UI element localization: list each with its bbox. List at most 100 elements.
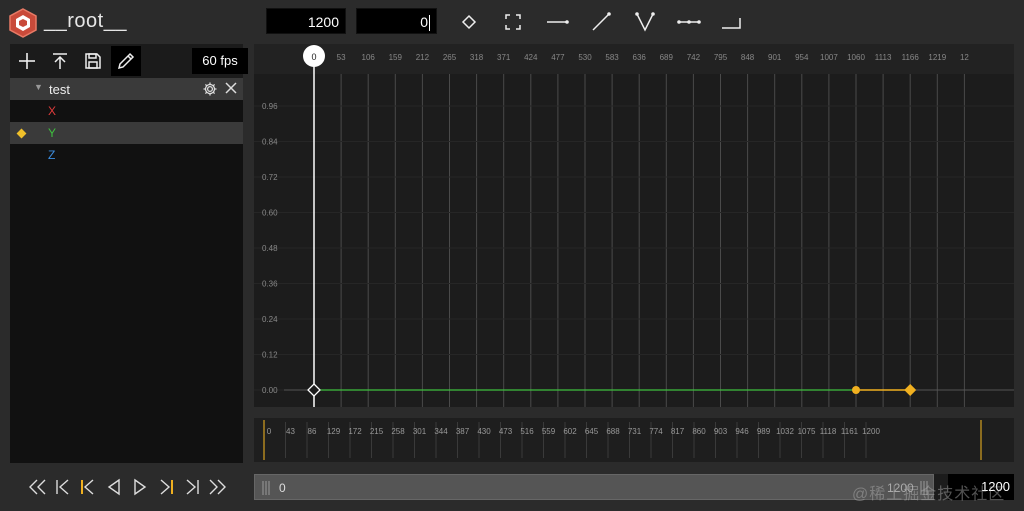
overview-tick-label: 817: [671, 427, 685, 436]
frame-tick-label: 212: [416, 53, 430, 62]
prev-keyframe-button[interactable]: [76, 474, 100, 500]
export-icon: [53, 53, 67, 69]
frame-tick-label: 636: [633, 53, 647, 62]
frame-tick-label: 1166: [902, 53, 920, 62]
break-tangent-button[interactable]: [633, 10, 657, 34]
first-frame-icon: [56, 479, 69, 495]
overview-tick-label: 1032: [776, 427, 794, 436]
overview-tick-label: 172: [348, 427, 362, 436]
last-frame-icon: [186, 479, 199, 495]
value-tick-label: 0.00: [262, 386, 278, 395]
overview-tick-label: 903: [714, 427, 728, 436]
play-forward-button[interactable]: [128, 474, 152, 500]
keyframe-start[interactable]: [307, 383, 321, 397]
frame-tick-label: 1113: [875, 53, 892, 62]
frame-tick-label: 583: [605, 53, 619, 62]
outline-panel: 60 fps ▼ test X Y Z: [10, 44, 248, 463]
frame-tick-label: 530: [578, 53, 592, 62]
app-logo-icon: [9, 8, 37, 38]
object-row[interactable]: ▼ test: [10, 78, 243, 100]
last-frame-button[interactable]: [180, 474, 204, 500]
overview-tick-label: 1161: [841, 427, 859, 436]
overview-tick-label: 1075: [798, 427, 816, 436]
keyframe-selected[interactable]: [904, 384, 917, 396]
root-title: __root__: [44, 10, 127, 32]
frame-tick-label: 689: [660, 53, 674, 62]
save-button[interactable]: [78, 46, 108, 76]
current-frame-input[interactable]: 0: [356, 8, 437, 34]
step-interp-button[interactable]: [720, 10, 746, 34]
grip-left-icon[interactable]: [261, 480, 271, 496]
fast-forward-button[interactable]: [205, 474, 229, 500]
close-icon[interactable]: [224, 81, 238, 95]
overview-tick-label: 0: [267, 427, 272, 436]
frame-tick-label: 1219: [928, 53, 946, 62]
overview-tick-label: 774: [649, 427, 663, 436]
overview-tick-label: 559: [542, 427, 556, 436]
top-bar: __root__ 1200 0: [0, 0, 1024, 44]
overview-canvas[interactable]: 0 43 86 129 172 215 258 301 344 387 430 473 516 559 60…: [254, 418, 1014, 462]
add-button[interactable]: [12, 46, 42, 76]
curve-graph[interactable]: 53 106 159 212 265 318 371 424 477 530 583 636 689 74…: [254, 44, 1014, 407]
prev-keyframe-icon: [81, 479, 94, 495]
gear-icon[interactable]: [202, 81, 218, 97]
frame-tick-label: 318: [470, 53, 484, 62]
add-icon: [19, 53, 35, 69]
rewind-icon: [29, 479, 46, 495]
track-label-x: X: [48, 104, 57, 118]
step-interp-icon: [722, 18, 741, 29]
first-frame-button[interactable]: [51, 474, 75, 500]
flat-tangent-button[interactable]: [676, 10, 702, 34]
fps-display[interactable]: 60 fps: [192, 48, 248, 74]
frame-tick-label: 265: [443, 53, 457, 62]
keyframe-diamond-button[interactable]: [457, 10, 481, 34]
watermark: @稀土掘金技术社区: [852, 486, 1006, 503]
break-tangent-icon: [635, 12, 655, 32]
current-frame-value: 0: [420, 14, 428, 30]
frame-tick-label: 795: [714, 53, 728, 62]
frame-tick-label: 371: [497, 53, 511, 62]
value-tick-label: 0.36: [262, 280, 278, 289]
play-backward-icon: [107, 478, 120, 496]
track-row-z[interactable]: Z: [10, 144, 243, 166]
track-row-x[interactable]: X: [10, 100, 243, 122]
scroll-thumb[interactable]: 0 1200: [254, 474, 934, 500]
track-row-y[interactable]: Y: [10, 122, 243, 144]
frame-tick-label: 424: [524, 53, 538, 62]
overview-tick-label: 946: [735, 427, 749, 436]
frame-tick-label: 477: [551, 53, 565, 62]
export-button[interactable]: [45, 46, 75, 76]
overview-tick-label: 602: [563, 427, 577, 436]
scroll-start-label: 0: [279, 481, 286, 495]
fast-forward-icon: [209, 479, 226, 495]
next-keyframe-icon: [160, 479, 173, 495]
fit-view-button[interactable]: [501, 10, 525, 34]
tangent-handle[interactable]: [852, 386, 860, 394]
rewind-button[interactable]: [26, 474, 50, 500]
play-backward-button[interactable]: [102, 474, 126, 500]
frame-tick-label: 1007: [820, 53, 838, 62]
value-tick-label: 0.24: [262, 315, 278, 324]
frame-tick-label: 954: [795, 53, 809, 62]
overview-tick-label: 129: [327, 427, 341, 436]
graph-canvas[interactable]: 53 106 159 212 265 318 371 424 477 530 583 636 689 74…: [254, 44, 1014, 407]
overview-tick-label: 860: [692, 427, 706, 436]
overview-tick-label: 215: [370, 427, 384, 436]
collapse-arrow-icon[interactable]: ▼: [34, 82, 43, 92]
frame-tick-label: 848: [741, 53, 755, 62]
value-tick-label: 0.48: [262, 244, 278, 253]
overview-tick-label: 989: [757, 427, 771, 436]
linear-interp-button[interactable]: [589, 10, 613, 34]
total-frames-input[interactable]: 1200: [266, 8, 346, 34]
fit-view-icon: [505, 14, 521, 30]
value-tick-label: 0.60: [262, 209, 278, 218]
keyframe-diamond-icon: [461, 14, 477, 30]
track-label-z: Z: [48, 148, 56, 162]
next-keyframe-button[interactable]: [154, 474, 178, 500]
save-icon: [85, 53, 101, 69]
timeline-overview[interactable]: 0 43 86 129 172 215 258 301 344 387 430 473 516 559 60…: [254, 418, 1014, 462]
edit-button[interactable]: [111, 46, 141, 76]
frame-tick-label: 901: [768, 53, 782, 62]
constant-interp-button[interactable]: [545, 10, 571, 34]
object-name: test: [49, 82, 70, 97]
